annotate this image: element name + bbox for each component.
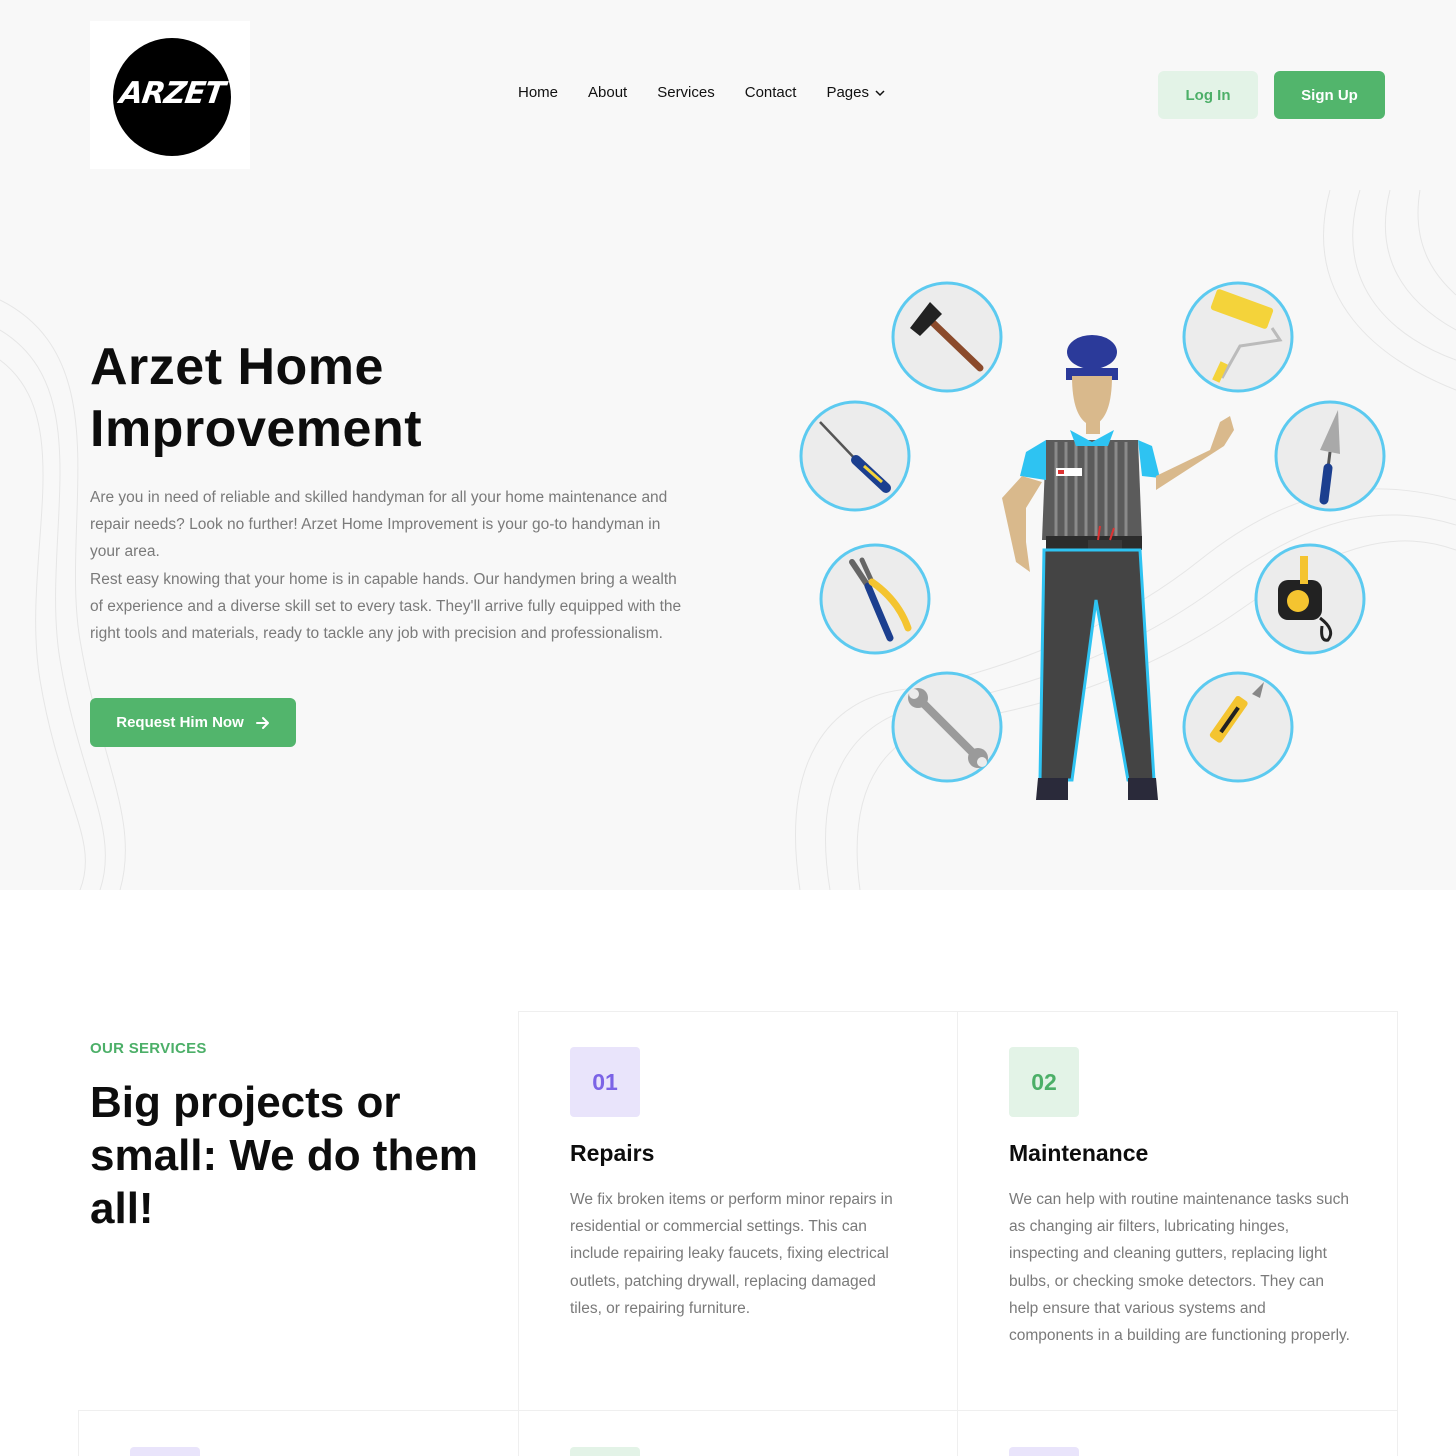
main-nav: Home About Services Contact Pages bbox=[518, 84, 915, 101]
logo-text: ARZET bbox=[117, 76, 227, 111]
nav-pages-label: Pages bbox=[826, 84, 869, 101]
tape-measure-icon bbox=[1254, 543, 1366, 655]
logo-circle: ARZET bbox=[113, 38, 231, 156]
screwdriver-icon bbox=[799, 400, 911, 512]
service-title: Repairs bbox=[570, 1140, 655, 1166]
services-title: Big projects or small: We do them all! bbox=[90, 1078, 478, 1233]
service-number-badge bbox=[570, 1447, 640, 1456]
nav-about[interactable]: About bbox=[588, 84, 627, 101]
signup-button[interactable]: Sign Up bbox=[1274, 71, 1385, 119]
service-number-badge bbox=[1009, 1447, 1079, 1456]
hero-paragraph-2: Rest easy knowing that your home is in c… bbox=[90, 570, 682, 643]
hero-section: ARZET Home About Services Contact Pages … bbox=[0, 0, 1456, 890]
nav-home-label: Home bbox=[518, 84, 559, 101]
service-number-badge: 02 bbox=[1009, 1047, 1079, 1117]
chevron-down-icon bbox=[875, 89, 885, 96]
service-card-partial[interactable] bbox=[78, 1410, 519, 1456]
paint-roller-icon bbox=[1182, 281, 1294, 393]
wrench-icon bbox=[891, 671, 1003, 783]
login-button[interactable]: Log In bbox=[1158, 71, 1258, 119]
nav-about-label: About bbox=[588, 84, 628, 101]
service-card-repairs[interactable]: 01 Repairs We fix broken items or perfor… bbox=[518, 1011, 958, 1411]
nav-contact-label: Contact bbox=[744, 84, 797, 101]
hammer-icon bbox=[891, 281, 1003, 393]
request-button[interactable]: Request Him Now bbox=[90, 698, 296, 747]
nav-services-label: Services bbox=[657, 84, 715, 101]
handyman-illustration bbox=[799, 281, 1386, 800]
trowel-icon bbox=[1274, 400, 1386, 512]
hero-title: Arzet Home Improvement bbox=[90, 338, 423, 458]
service-number-badge: 01 bbox=[570, 1047, 640, 1117]
service-card-partial[interactable] bbox=[957, 1410, 1398, 1456]
hero-description: Are you in need of reliable and skilled … bbox=[90, 484, 690, 647]
nav-contact[interactable]: Contact bbox=[745, 84, 797, 101]
utility-knife-icon bbox=[1182, 671, 1294, 783]
nav-pages-dropdown[interactable]: Pages bbox=[826, 84, 885, 101]
hero-paragraph-1: Are you in need of reliable and skilled … bbox=[90, 489, 668, 561]
service-number-badge bbox=[130, 1447, 200, 1456]
service-card-maintenance[interactable]: 02 Maintenance We can help with routine … bbox=[957, 1011, 1398, 1411]
nav-services[interactable]: Services bbox=[657, 84, 715, 101]
arrow-right-icon bbox=[255, 716, 269, 729]
pliers-icon bbox=[819, 543, 931, 655]
nav-home[interactable]: Home bbox=[518, 84, 558, 101]
logo[interactable]: ARZET bbox=[90, 21, 250, 169]
service-description: We can help with routine maintenance tas… bbox=[1009, 1191, 1350, 1345]
service-title: Maintenance bbox=[1009, 1140, 1149, 1166]
service-card-partial[interactable] bbox=[518, 1410, 958, 1456]
service-description: We fix broken items or perform minor rep… bbox=[570, 1191, 893, 1317]
services-eyebrow: OUR SERVICES bbox=[90, 1040, 207, 1057]
request-button-label: Request Him Now bbox=[116, 714, 244, 731]
